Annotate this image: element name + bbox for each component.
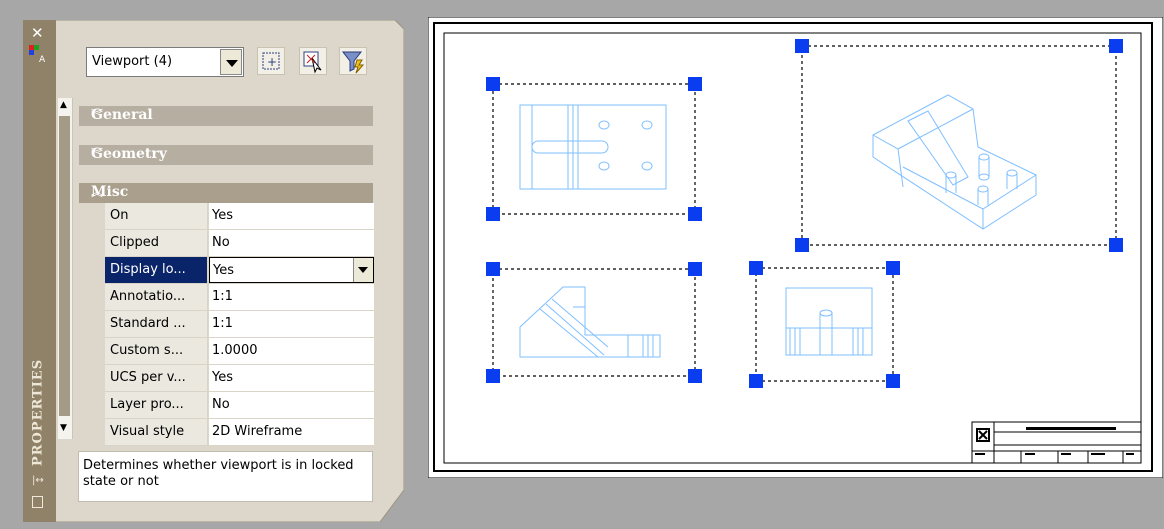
property-description-text: Determines whether viewport is in locked… — [83, 458, 354, 489]
select-objects-button[interactable] — [299, 47, 327, 75]
property-value: Yes — [212, 370, 233, 385]
autohide-icon[interactable]: |↔ — [32, 475, 44, 486]
property-name: On — [110, 208, 129, 223]
property-row-clipped[interactable]: Clipped No — [105, 230, 374, 257]
property-value: 1:1 — [212, 316, 233, 331]
scroll-thumb[interactable] — [59, 116, 70, 416]
property-description: Determines whether viewport is in locked… — [78, 451, 373, 502]
property-row-on[interactable]: On Yes — [105, 203, 374, 230]
property-name: Standard ... — [110, 316, 186, 331]
property-row-custom-scale[interactable]: Custom s... 1.0000 — [105, 338, 374, 365]
section-general[interactable]: General ︾ — [79, 106, 373, 126]
selection-combo-value: Viewport (4) — [92, 54, 173, 69]
property-value: 1.0000 — [212, 343, 258, 358]
property-name: Clipped — [110, 235, 160, 250]
property-value: Yes — [212, 208, 233, 223]
quick-select-icon — [341, 51, 365, 74]
property-value: Yes — [213, 263, 234, 278]
quick-select-button[interactable] — [339, 47, 367, 75]
chevron-down-icon[interactable] — [220, 49, 242, 75]
property-row-standard-scale[interactable]: Standard ... 1:1 — [105, 311, 374, 338]
property-value: No — [212, 397, 230, 412]
property-value: 2D Wireframe — [212, 424, 303, 439]
chevron-down-icon[interactable] — [353, 258, 373, 282]
expand-icon[interactable]: ︾ — [91, 145, 365, 162]
property-grid: On Yes Clipped No Display lo... Yes Annotat… — [105, 203, 374, 446]
selection-combo[interactable]: Viewport (4) — [86, 47, 244, 77]
section-misc[interactable]: Misc ︽ — [79, 183, 373, 203]
property-row-ucs-per-viewport[interactable]: UCS per v... Yes — [105, 365, 374, 392]
select-objects-icon — [303, 51, 322, 74]
layout-paper-space[interactable] — [428, 17, 1163, 478]
property-row-display-locked[interactable]: Display lo... Yes — [105, 257, 374, 284]
property-name: UCS per v... — [110, 370, 186, 385]
property-value: No — [212, 235, 230, 250]
palette-title: PROPERTIES — [30, 358, 46, 467]
property-name: Layer pro... — [110, 397, 184, 412]
property-value: 1:1 — [212, 289, 233, 304]
svg-text:A: A — [39, 55, 46, 64]
display-locked-select[interactable]: Yes — [209, 257, 374, 283]
expand-icon[interactable]: ︾ — [91, 106, 365, 123]
property-name: Annotatio... — [110, 289, 186, 304]
section-geometry[interactable]: Geometry ︾ — [79, 145, 373, 165]
property-row-visual-style[interactable]: Visual style 2D Wireframe — [105, 419, 374, 446]
properties-palette: ✕ A PROPERTIES |↔ Viewport (4) + ▲ ▼ Gen… — [23, 20, 404, 522]
palette-title-strip[interactable]: ✕ A PROPERTIES |↔ — [23, 20, 56, 522]
properties-icon: A — [29, 45, 46, 64]
property-name: Visual style — [110, 424, 185, 439]
collapse-icon[interactable]: ︽ — [91, 183, 365, 200]
property-row-layer-property-overrides[interactable]: Layer pro... No — [105, 392, 374, 419]
toggle-pickadd-button[interactable]: + — [257, 47, 285, 75]
property-name: Display lo... — [110, 262, 186, 277]
property-row-annotation-scale[interactable]: Annotatio... 1:1 — [105, 284, 374, 311]
toggle-pickadd-icon: + — [262, 52, 280, 70]
scroll-down-icon[interactable]: ▼ — [60, 423, 67, 433]
property-name: Custom s... — [110, 343, 184, 358]
svg-text:+: + — [267, 55, 277, 69]
properties-scrollbar[interactable]: ▲ ▼ — [58, 98, 73, 439]
scroll-up-icon[interactable]: ▲ — [60, 100, 67, 110]
menu-icon[interactable] — [32, 496, 43, 508]
close-icon[interactable]: ✕ — [31, 24, 44, 42]
